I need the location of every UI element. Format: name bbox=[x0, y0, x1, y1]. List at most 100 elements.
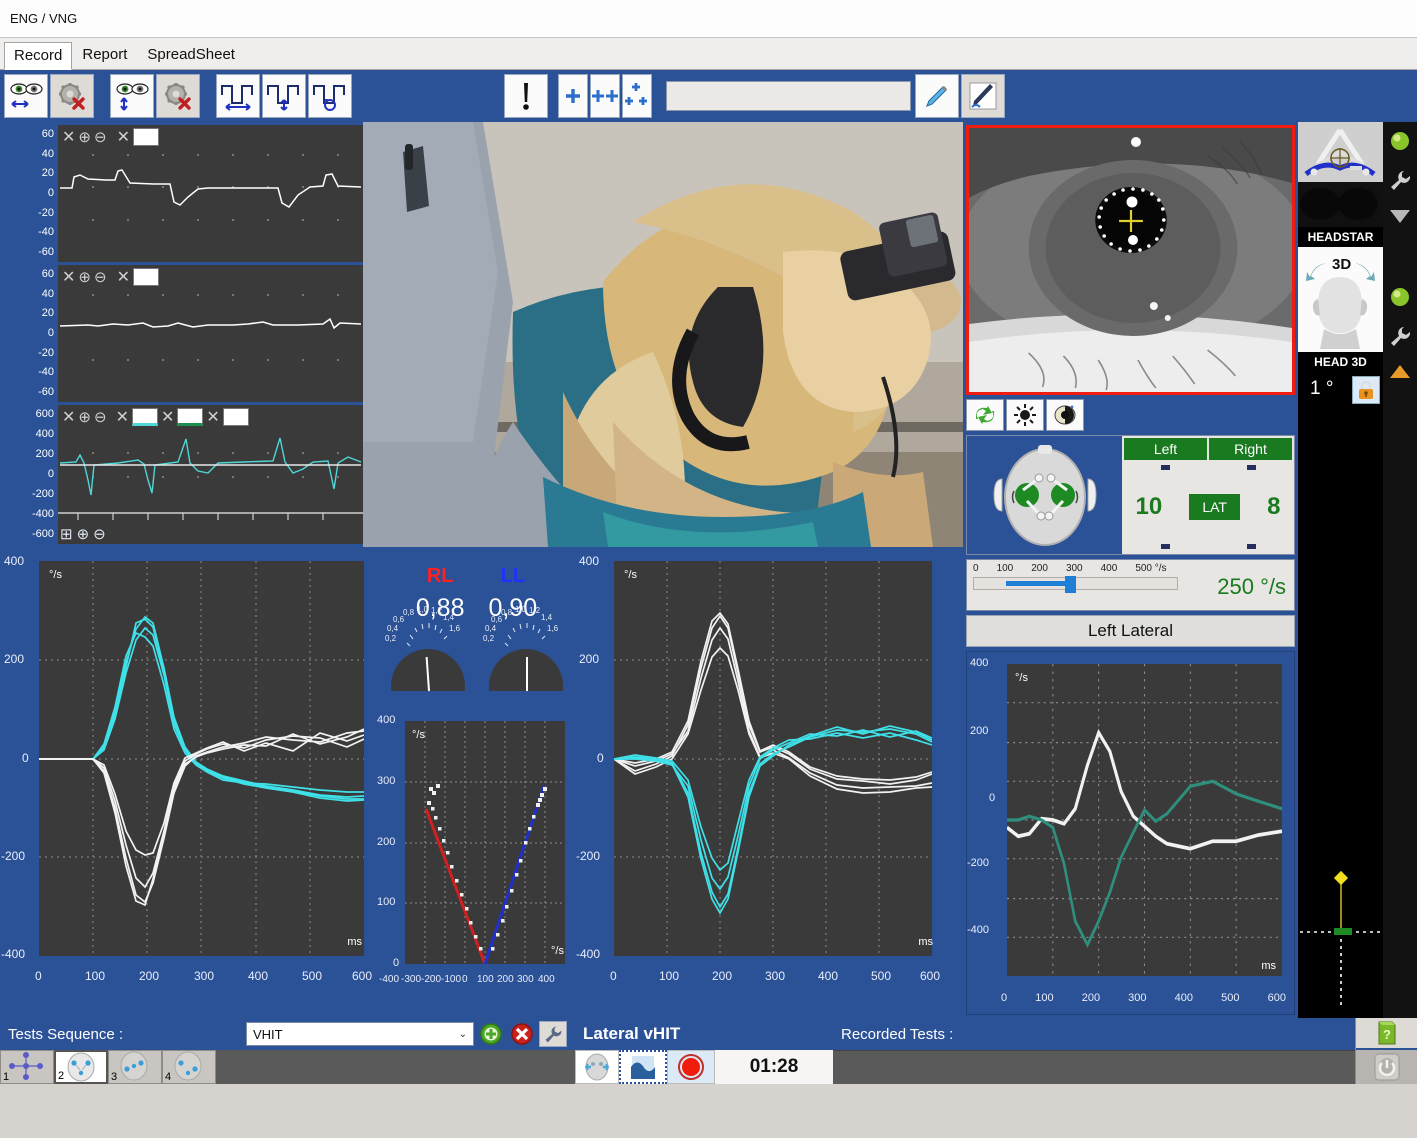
patient-video-feed[interactable] bbox=[363, 122, 963, 547]
add-marker-icon[interactable] bbox=[558, 74, 588, 118]
single-trial-chart[interactable]: °/s ms 400 200 0 -200 -400 0 100 200 300… bbox=[966, 651, 1295, 1015]
speed-slider-knob[interactable] bbox=[1065, 576, 1077, 593]
axis-tick: 400 bbox=[35, 428, 54, 440]
lat-button[interactable]: LAT bbox=[1189, 494, 1240, 520]
head3d-preview[interactable]: 3D bbox=[1298, 247, 1383, 352]
right-vhit-chart[interactable]: °/s ms 400 200 0 -200 -400 0 100 200 300… bbox=[576, 551, 949, 1011]
lock-icon[interactable] bbox=[1352, 376, 1380, 404]
tab-record[interactable]: Record bbox=[4, 42, 73, 70]
gray-triangle-icon[interactable] bbox=[1389, 208, 1411, 224]
svg-text:1,6: 1,6 bbox=[547, 624, 559, 633]
vertical-eye-trace[interactable]: 60 40 20 0 -20 -40 -60 ✕ ⊕ ⊖ ✕ bbox=[0, 265, 363, 402]
zoom-out-icon[interactable]: ⊖ bbox=[93, 525, 106, 543]
wrench-icon[interactable] bbox=[1388, 168, 1412, 192]
sequence-select[interactable]: VHIT ⌄ bbox=[246, 1022, 474, 1046]
test-thumb-3[interactable]: 3 bbox=[108, 1050, 162, 1084]
wrench-icon[interactable] bbox=[1388, 324, 1412, 348]
zoom-out-icon[interactable]: ⊖ bbox=[94, 408, 107, 426]
gear-disable-torsion-icon[interactable] bbox=[156, 74, 200, 118]
impulse-left-icon[interactable] bbox=[131, 408, 158, 426]
left-header[interactable]: Left bbox=[1124, 438, 1207, 460]
left-vhit-chart[interactable]: °/s ms 400 200 0 -200 -400 0 100 200 300… bbox=[1, 551, 374, 1011]
zoom-in-icon[interactable]: ⊕ bbox=[78, 268, 91, 286]
close-icon[interactable]: ✕ bbox=[62, 407, 75, 427]
axis-tick: -400 bbox=[31, 508, 54, 520]
x-tick: 500 bbox=[1221, 992, 1240, 1004]
close-icon[interactable]: ✕ bbox=[117, 127, 130, 147]
test-thumb-2[interactable]: 2 bbox=[54, 1050, 108, 1084]
head-angle-display[interactable]: 1 ° bbox=[1298, 372, 1383, 1018]
test-thumb-4[interactable]: 4 bbox=[162, 1050, 216, 1084]
eye-and-status-panel: Left Right 10 LAT 8 0 100 200 300 400 50… bbox=[963, 122, 1298, 1018]
green-led-icon[interactable] bbox=[1389, 130, 1411, 152]
test-thumb-1[interactable]: 1 bbox=[0, 1050, 54, 1084]
gain-regression-scatter[interactable]: °/s °/s 400 300 200 100 0 -400 -300 -200… bbox=[377, 709, 574, 999]
view-image-icon[interactable] bbox=[619, 1050, 667, 1084]
trace-toolbar: ✕ ⊕ ⊖ ✕ bbox=[62, 127, 159, 147]
tab-spreadsheet[interactable]: SpreadSheet bbox=[137, 41, 245, 69]
axis-tick: 200 bbox=[35, 448, 54, 460]
y-tick: 400 bbox=[579, 554, 600, 568]
calib-vertical-icon[interactable] bbox=[262, 74, 306, 118]
x-axis-unit: ms bbox=[1261, 960, 1276, 972]
brightness-icon[interactable] bbox=[1006, 399, 1044, 431]
headstar-preview[interactable] bbox=[1298, 122, 1383, 227]
right-header[interactable]: Right bbox=[1209, 438, 1292, 460]
speed-slider[interactable] bbox=[973, 576, 1178, 593]
gear-disable-icon[interactable] bbox=[50, 74, 94, 118]
refresh-icon[interactable] bbox=[966, 399, 1004, 431]
x-tick: 300 bbox=[517, 974, 534, 985]
zoom-out-icon[interactable]: ⊖ bbox=[94, 128, 107, 146]
add-green-icon[interactable] bbox=[477, 1021, 505, 1047]
highlighter-icon[interactable] bbox=[915, 74, 959, 118]
head-diagram bbox=[967, 436, 1122, 554]
eyes-horizontal-icon[interactable] bbox=[4, 74, 48, 118]
head-target-icon[interactable] bbox=[575, 1050, 619, 1084]
note-input[interactable] bbox=[666, 81, 911, 111]
close-icon[interactable]: ✕ bbox=[62, 267, 75, 287]
y-tick: 0 bbox=[989, 792, 996, 804]
zoom-in-icon[interactable]: ⊕ bbox=[78, 408, 91, 426]
close-icon[interactable]: ✕ bbox=[62, 127, 75, 147]
exclamation-icon[interactable] bbox=[504, 74, 548, 118]
add-markers-icon[interactable] bbox=[590, 74, 620, 118]
wrench-icon[interactable] bbox=[539, 1021, 567, 1047]
x-tick: 0 bbox=[35, 969, 42, 983]
horizontal-eye-trace[interactable]: 60 40 20 0 -20 -40 -60 ✕ ⊕ ⊖ ✕ bbox=[0, 125, 363, 262]
zoom-in-icon[interactable]: ⊕ bbox=[77, 525, 90, 543]
add-all-markers-icon[interactable] bbox=[622, 74, 652, 118]
calib-horizontal-icon[interactable] bbox=[216, 74, 260, 118]
horizontal-trace-plot[interactable]: ✕ ⊕ ⊖ ✕ bbox=[58, 125, 363, 262]
close-icon[interactable]: ✕ bbox=[117, 267, 130, 287]
results-row: °/s ms 400 200 0 -200 -400 0 100 200 300… bbox=[0, 547, 963, 1018]
impulse-torsion-icon[interactable] bbox=[222, 408, 249, 426]
calib-torsion-icon[interactable] bbox=[308, 74, 352, 118]
remove-red-icon[interactable] bbox=[508, 1021, 536, 1047]
orange-triangle-icon[interactable] bbox=[1389, 364, 1411, 380]
record-button-icon[interactable] bbox=[667, 1050, 715, 1084]
impulse-right-icon[interactable] bbox=[177, 408, 204, 426]
help-book-icon[interactable]: ? bbox=[1356, 1018, 1417, 1050]
trace-source-icon[interactable] bbox=[132, 268, 159, 286]
tab-report[interactable]: Report bbox=[72, 41, 137, 69]
pen-edit-icon[interactable] bbox=[961, 74, 1005, 118]
zoom-in-icon[interactable]: ⊕ bbox=[78, 128, 91, 146]
axis-tick: -200 bbox=[31, 488, 54, 500]
green-led-icon[interactable] bbox=[1389, 286, 1411, 308]
contrast-icon[interactable] bbox=[1046, 399, 1084, 431]
expand-icon[interactable]: ⊞ bbox=[60, 525, 73, 543]
zoom-out-icon[interactable]: ⊖ bbox=[94, 268, 107, 286]
eyes-vertical-icon[interactable] bbox=[110, 74, 154, 118]
velocity-trace-plot[interactable]: ✕ ⊕ ⊖ ✕ ✕ ✕ ⊞ ⊕ ⊖ bbox=[58, 405, 363, 544]
power-icon[interactable] bbox=[1356, 1050, 1417, 1084]
recorded-tests-list[interactable] bbox=[833, 1050, 1355, 1084]
eye-camera-view[interactable] bbox=[966, 125, 1295, 395]
axis-tick: 0 bbox=[47, 468, 54, 480]
velocity-trace[interactable]: 600 400 200 0 -200 -400 -600 ✕ ⊕ ⊖ ✕ ✕ ✕… bbox=[0, 405, 363, 544]
close-icon[interactable]: ✕ bbox=[116, 407, 129, 427]
x-tick: 200 bbox=[497, 974, 514, 985]
close-icon[interactable]: ✕ bbox=[161, 407, 174, 427]
close-icon[interactable]: ✕ bbox=[206, 407, 219, 427]
vertical-trace-plot[interactable]: ✕ ⊕ ⊖ ✕ bbox=[58, 265, 363, 402]
trace-source-icon[interactable] bbox=[132, 128, 159, 146]
